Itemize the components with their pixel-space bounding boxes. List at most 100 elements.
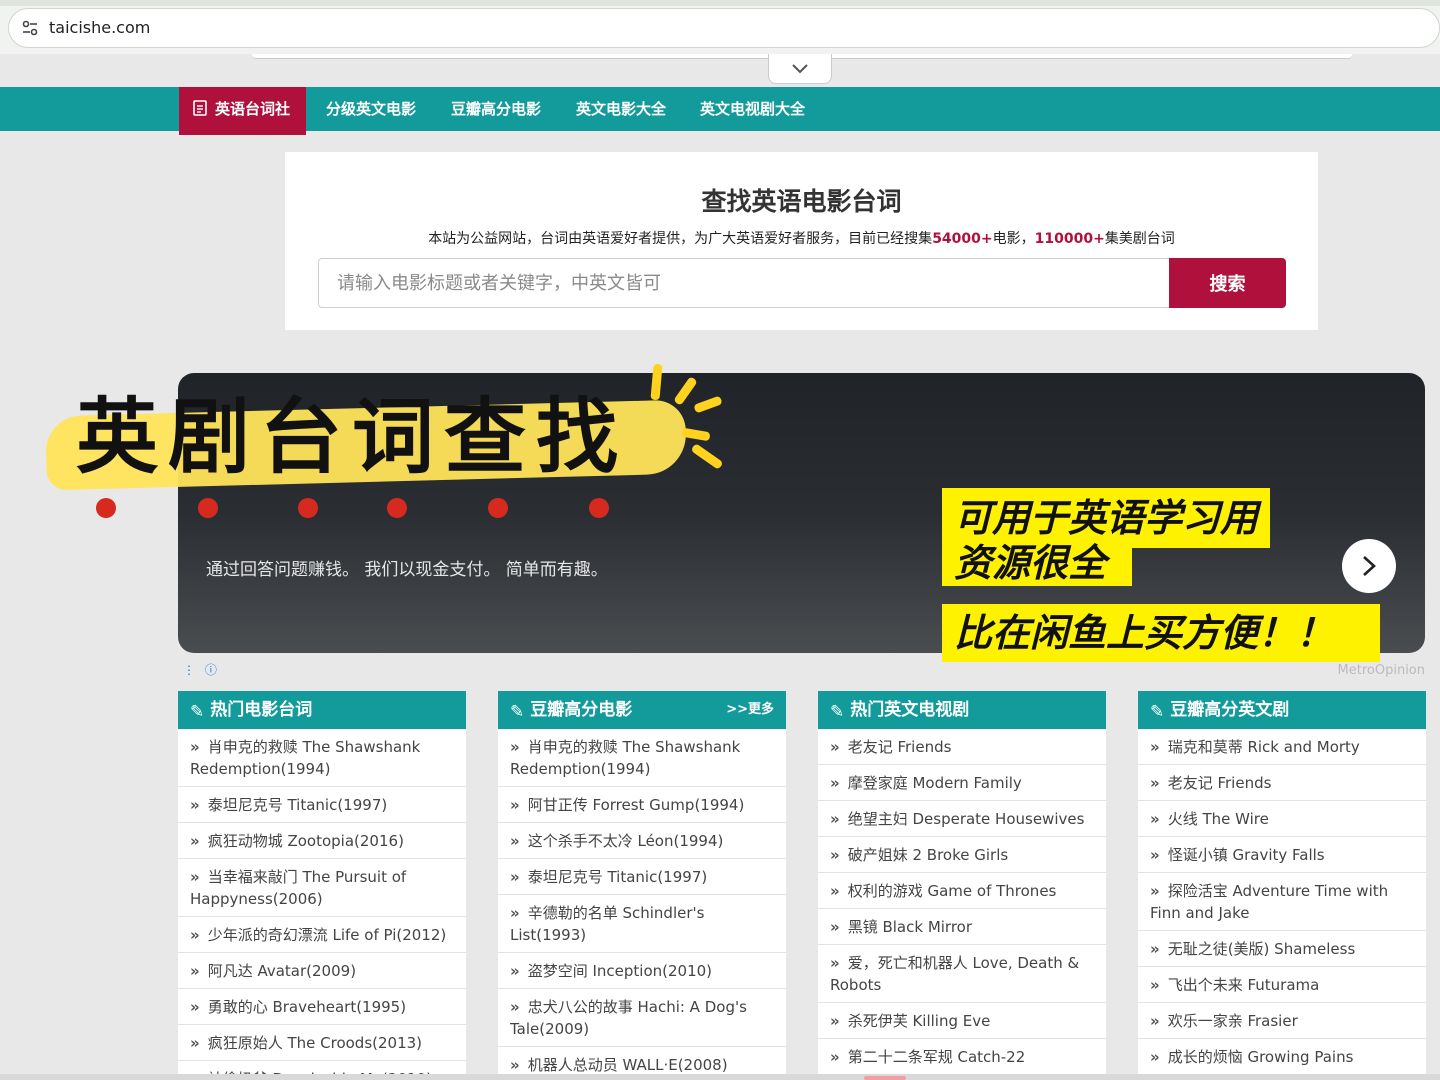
pin-icon: ✎ — [190, 702, 205, 722]
list-item-label[interactable]: 火线 The Wire — [1168, 810, 1269, 828]
address-bar[interactable]: taicishe.com — [8, 8, 1440, 48]
double-chevron-icon: » — [510, 868, 520, 886]
list-item[interactable]: » 勇敢的心 Braveheart(1995) — [178, 989, 466, 1025]
nav-item-all-movies[interactable]: 英文电影大全 — [576, 87, 666, 131]
list-item[interactable]: » 少年派的奇幻漂流 Life of Pi(2012) — [178, 917, 466, 953]
ad-next-button[interactable] — [1342, 539, 1396, 593]
list-item[interactable]: » 这个杀手不太冷 Léon(1994) — [498, 823, 786, 859]
list-item-label[interactable]: 盗梦空间 Inception(2010) — [528, 962, 712, 980]
list-item[interactable]: » 第二十二条军规 Catch-22 — [818, 1039, 1106, 1075]
list-item-label[interactable]: 无耻之徒(美版) Shameless — [1168, 940, 1356, 958]
url-text[interactable]: taicishe.com — [49, 18, 150, 37]
list-item[interactable]: » 黑镜 Black Mirror — [818, 909, 1106, 945]
list-item-label[interactable]: 少年派的奇幻漂流 Life of Pi(2012) — [208, 926, 447, 944]
list-item[interactable]: » 破产姐妹 2 Broke Girls — [818, 837, 1106, 873]
list-item-label[interactable]: 瑞克和莫蒂 Rick and Morty — [1168, 738, 1360, 756]
list-item-label[interactable]: 阿凡达 Avatar(2009) — [208, 962, 356, 980]
list-item-label[interactable]: 老友记 Friends — [1168, 774, 1272, 792]
ad-brand[interactable]: MetroOpinion — [1338, 663, 1425, 678]
tune-icon[interactable] — [21, 19, 39, 37]
double-chevron-icon: » — [1150, 1048, 1160, 1066]
red-dot — [488, 498, 508, 518]
list-item-label[interactable]: 忠犬八公的故事 Hachi: A Dog's Tale(2009) — [510, 998, 747, 1038]
double-chevron-icon: » — [830, 1012, 840, 1030]
column-title: 热门英文电视剧 — [850, 700, 970, 720]
scroll-indicator[interactable] — [864, 1076, 906, 1080]
list-item-label[interactable]: 阿甘正传 Forrest Gump(1994) — [528, 796, 745, 814]
double-chevron-icon: » — [190, 1034, 200, 1052]
list-item-label[interactable]: 爱，死亡和机器人 Love, Death & Robots — [830, 954, 1079, 994]
list-item[interactable]: » 瑞克和莫蒂 Rick and Morty — [1138, 729, 1426, 765]
list-item[interactable]: » 成长的烦恼 Growing Pains — [1138, 1039, 1426, 1075]
column-title: 豆瓣高分电影 — [530, 700, 633, 720]
search-button[interactable]: 搜索 — [1169, 258, 1286, 308]
list-item-label[interactable]: 摩登家庭 Modern Family — [848, 774, 1022, 792]
search-input[interactable] — [318, 258, 1170, 308]
list-item-label[interactable]: 飞出个未来 Futurama — [1168, 976, 1320, 994]
red-dot — [198, 498, 218, 518]
nav-item-home[interactable]: 英语台词社 — [179, 87, 307, 135]
info-icon[interactable]: ⓘ — [205, 663, 217, 677]
list-item[interactable]: » 欢乐一家亲 Frasier — [1138, 1003, 1426, 1039]
list-item[interactable]: » 忠犬八公的故事 Hachi: A Dog's Tale(2009) — [498, 989, 786, 1047]
nav-item-douban-movies[interactable]: 豆瓣高分电影 — [451, 87, 541, 131]
list-item[interactable]: » 泰坦尼克号 Titanic(1997) — [498, 859, 786, 895]
list-item[interactable]: » 权利的游戏 Game of Thrones — [818, 873, 1106, 909]
list-item-label[interactable]: 这个杀手不太冷 Léon(1994) — [528, 832, 724, 850]
list-item-label[interactable]: 成长的烦恼 Growing Pains — [1168, 1048, 1354, 1066]
nav-item-graded-movies[interactable]: 分级英文电影 — [326, 87, 416, 131]
list-item[interactable]: » 阿凡达 Avatar(2009) — [178, 953, 466, 989]
list-item-label[interactable]: 泰坦尼克号 Titanic(1997) — [208, 796, 388, 814]
list-item[interactable]: » 火线 The Wire — [1138, 801, 1426, 837]
list-item-label[interactable]: 疯狂原始人 The Croods(2013) — [208, 1034, 422, 1052]
collapse-toggle[interactable] — [768, 54, 832, 84]
list-item-label[interactable]: 机器人总动员 WALL·E(2008) — [528, 1056, 728, 1074]
list-item[interactable]: » 疯狂原始人 The Croods(2013) — [178, 1025, 466, 1061]
list-item[interactable]: » 疯狂动物城 Zootopia(2016) — [178, 823, 466, 859]
list-item[interactable]: » 爱，死亡和机器人 Love, Death & Robots — [818, 945, 1106, 1003]
double-chevron-icon: » — [1150, 846, 1160, 864]
list-item-label[interactable]: 黑镜 Black Mirror — [848, 918, 972, 936]
more-link[interactable]: >>更多 — [726, 691, 774, 729]
list-item[interactable]: » 盗梦空间 Inception(2010) — [498, 953, 786, 989]
list-item-label[interactable]: 当幸福来敲门 The Pursuit of Happyness(2006) — [190, 868, 406, 908]
list-item[interactable]: » 辛德勒的名单 Schindler's List(1993) — [498, 895, 786, 953]
list-item[interactable]: » 怪诞小镇 Gravity Falls — [1138, 837, 1426, 873]
list-item-label[interactable]: 绝望主妇 Desperate Housewives — [848, 810, 1085, 828]
list-item-label[interactable]: 肖申克的救赎 The Shawshank Redemption(1994) — [190, 738, 420, 778]
list-item[interactable]: » 肖申克的救赎 The Shawshank Redemption(1994) — [178, 729, 466, 787]
chevron-down-icon — [792, 63, 808, 73]
list-item-label[interactable]: 老友记 Friends — [848, 738, 952, 756]
search-panel: 查找英语电影台词 本站为公益网站，台词由英语爱好者提供，为广大英语爱好者服务，目… — [285, 152, 1318, 330]
list-item[interactable]: » 老友记 Friends — [1138, 765, 1426, 801]
list-item[interactable]: » 阿甘正传 Forrest Gump(1994) — [498, 787, 786, 823]
double-chevron-icon: » — [830, 882, 840, 900]
ad-text[interactable]: 通过回答问题赚钱。 我们以现金支付。 简单而有趣。 — [206, 555, 608, 580]
list-item-label[interactable]: 欢乐一家亲 Frasier — [1168, 1012, 1298, 1030]
list-item[interactable]: » 泰坦尼克号 Titanic(1997) — [178, 787, 466, 823]
list-item[interactable]: » 探险活宝 Adventure Time with Finn and Jake — [1138, 873, 1426, 931]
list-item-label[interactable]: 勇敢的心 Braveheart(1995) — [208, 998, 406, 1016]
list-item[interactable]: » 摩登家庭 Modern Family — [818, 765, 1106, 801]
list-item-label[interactable]: 辛德勒的名单 Schindler's List(1993) — [510, 904, 704, 944]
list-item[interactable]: » 飞出个未来 Futurama — [1138, 967, 1426, 1003]
list-item-label[interactable]: 破产姐妹 2 Broke Girls — [848, 846, 1008, 864]
double-chevron-icon: » — [510, 904, 520, 922]
list-item[interactable]: » 肖申克的救赎 The Shawshank Redemption(1994) — [498, 729, 786, 787]
list-item[interactable]: » 老友记 Friends — [818, 729, 1106, 765]
list-item-label[interactable]: 泰坦尼克号 Titanic(1997) — [528, 868, 708, 886]
list-item-label[interactable]: 权利的游戏 Game of Thrones — [848, 882, 1057, 900]
more-vert-icon[interactable]: ⋮ — [183, 663, 195, 677]
nav-item-all-tv[interactable]: 英文电视剧大全 — [700, 87, 805, 131]
list-item-label[interactable]: 疯狂动物城 Zootopia(2016) — [208, 832, 404, 850]
list-item-label[interactable]: 探险活宝 Adventure Time with Finn and Jake — [1150, 882, 1388, 922]
list-item-label[interactable]: 第二十二条军规 Catch-22 — [848, 1048, 1026, 1066]
list-item[interactable]: » 绝望主妇 Desperate Housewives — [818, 801, 1106, 837]
list-item[interactable]: » 杀死伊芙 Killing Eve — [818, 1003, 1106, 1039]
list-item[interactable]: » 无耻之徒(美版) Shameless — [1138, 931, 1426, 967]
list-item-label[interactable]: 怪诞小镇 Gravity Falls — [1168, 846, 1325, 864]
ad-info[interactable]: ⋮ ⓘ — [183, 661, 217, 678]
list-item-label[interactable]: 杀死伊芙 Killing Eve — [848, 1012, 991, 1030]
list-item[interactable]: » 当幸福来敲门 The Pursuit of Happyness(2006) — [178, 859, 466, 917]
list-item-label[interactable]: 肖申克的救赎 The Shawshank Redemption(1994) — [510, 738, 740, 778]
